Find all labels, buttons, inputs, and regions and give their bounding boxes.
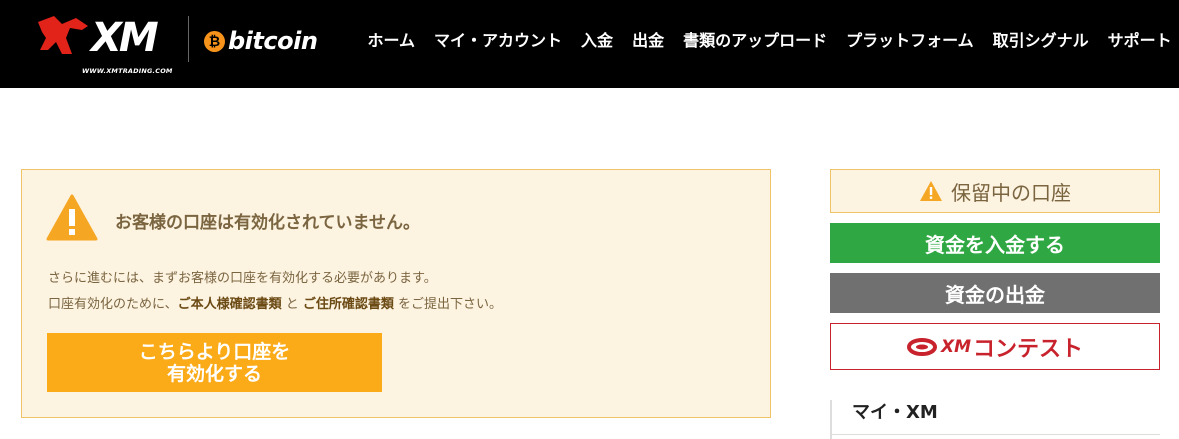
xm-logo[interactable]: XM WWW.XMTRADING.COM xyxy=(36,12,178,75)
alert-text-segment: をご提出下さい。 xyxy=(393,297,503,312)
top-header: XM WWW.XMTRADING.COM ₿ bitcoin ホーム マイ・アカ… xyxy=(0,0,1179,88)
withdraw-funds-button[interactable]: 資金の出金 xyxy=(830,273,1160,313)
deposit-funds-button[interactable]: 資金を入金する xyxy=(830,223,1160,263)
header-divider xyxy=(188,16,189,62)
bull-icon xyxy=(38,16,88,54)
main-nav: ホーム マイ・アカウント 入金 出金 書類のアップロード プラットフォーム 取引… xyxy=(358,28,1179,54)
alert-message-line-1: さらに進むには、まずお客様の口座を有効化する必要があります。 xyxy=(48,271,437,286)
deposit-label: 資金を入金する xyxy=(925,232,1065,257)
bitcoin-text: bitcoin xyxy=(228,27,318,55)
nav-document-upload[interactable]: 書類のアップロード xyxy=(674,28,837,54)
account-not-activated-alert: お客様の口座は有効化されていません。 さらに進むには、まずお客様の口座を有効化す… xyxy=(21,169,771,418)
contest-label: コンテスト xyxy=(973,336,1084,362)
activate-button-line-1: こちらより口座を xyxy=(138,341,291,363)
id-document-text: ご本人様確認書類 xyxy=(177,297,282,312)
alert-message-line-2: 口座有効化のために、ご本人様確認書類 と ご住所確認書類 をご提出下さい。 xyxy=(48,293,502,312)
warning-triangle-icon xyxy=(920,181,942,201)
xm-contest-button[interactable]: XM コンテスト xyxy=(830,323,1160,370)
withdraw-label: 資金の出金 xyxy=(945,282,1045,307)
nav-deposit[interactable]: 入金 xyxy=(572,28,623,54)
address-document-text: ご住所確認書類 xyxy=(302,297,394,312)
alert-title: お客様の口座は有効化されていません。 xyxy=(115,213,420,233)
section-divider xyxy=(830,434,1160,435)
nav-withdrawal[interactable]: 出金 xyxy=(623,28,674,54)
nav-my-account[interactable]: マイ・アカウント xyxy=(425,28,572,54)
bitcoin-partner-logo: ₿ bitcoin xyxy=(204,26,318,56)
stadium-ring-icon xyxy=(906,337,937,356)
alert-text-segment: と xyxy=(281,297,303,312)
warning-triangle-icon xyxy=(46,194,98,241)
logo-url: WWW.XMTRADING.COM xyxy=(82,67,173,75)
activate-button-line-2: 有効化する xyxy=(166,363,262,385)
nav-trading-signals[interactable]: 取引シグナル xyxy=(983,28,1098,54)
nav-platforms[interactable]: プラットフォーム xyxy=(837,28,984,54)
nav-home[interactable]: ホーム xyxy=(358,28,425,54)
pending-account-button[interactable]: 保留中の口座 xyxy=(830,169,1160,213)
contest-xm-text: XM xyxy=(940,336,971,357)
logo-text: XM xyxy=(91,15,159,61)
pending-account-label: 保留中の口座 xyxy=(951,180,1071,205)
activate-account-button[interactable]: こちらより口座を 有効化する xyxy=(47,333,382,392)
bitcoin-icon: ₿ xyxy=(204,30,225,52)
alert-text-segment: 口座有効化のために、 xyxy=(48,297,178,312)
nav-support[interactable]: サポート xyxy=(1098,28,1179,54)
